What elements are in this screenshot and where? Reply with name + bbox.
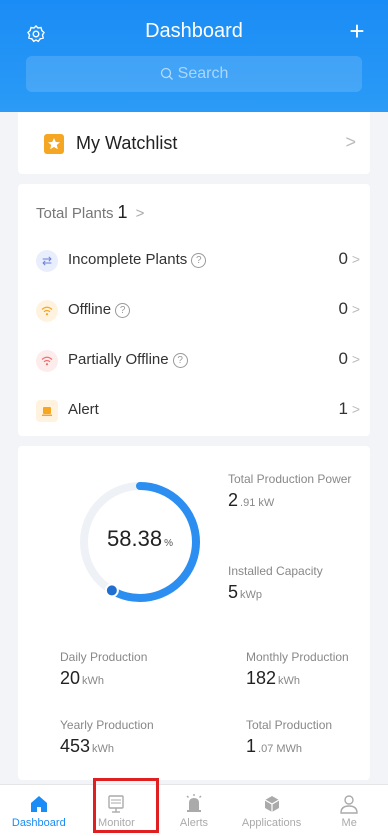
tab-label: Dashboard — [11, 817, 66, 829]
chevron-right-icon: > — [135, 205, 145, 222]
tab-me[interactable]: Me — [310, 785, 388, 836]
user-icon — [340, 795, 358, 814]
plants-card: Total Plants 1 > ⇄ Incomplete Plants? 0 > … — [18, 184, 370, 436]
total-plants[interactable]: Total Plants 1 > — [36, 202, 144, 223]
total-plants-value: 1 — [117, 202, 128, 222]
daily-production: Daily Production 20 kWh — [60, 650, 148, 688]
help-icon[interactable]: ? — [115, 303, 131, 318]
search-placeholder: Search — [177, 65, 229, 82]
search-input[interactable]: Search — [26, 56, 362, 92]
production-card: 58.38% Total Production Power 2.91 kW In… — [18, 446, 370, 780]
alert-icon — [36, 400, 58, 422]
page-title: Dashboard — [145, 20, 243, 42]
alert-value: 1 — [338, 399, 348, 418]
watchlist-label: My Watchlist — [76, 133, 178, 153]
home-icon — [30, 796, 47, 812]
total-plants-label: Total Plants — [36, 205, 114, 222]
tab-alerts[interactable]: Alerts — [155, 785, 233, 836]
partially-offline-value: 0 — [338, 349, 348, 368]
chevron-right-icon: > — [351, 301, 360, 317]
incomplete-plants-value: 0 — [338, 249, 348, 268]
offline-label: Offline — [68, 301, 112, 318]
wifi-warning-icon — [36, 350, 58, 372]
tab-dashboard[interactable]: Dashboard — [0, 785, 78, 836]
partially-offline-row[interactable]: Partially Offline? 0 > — [18, 346, 370, 376]
chevron-right-icon: > — [351, 351, 360, 367]
chevron-right-icon: > — [351, 251, 360, 267]
production-percent: 58.38% — [107, 526, 173, 551]
partially-offline-label: Partially Offline — [68, 351, 169, 368]
total-production: Total Production 1.07 MWh — [246, 718, 333, 756]
highlight-box — [93, 778, 159, 833]
add-button[interactable]: + — [344, 18, 370, 44]
tab-applications[interactable]: Applications — [233, 785, 311, 836]
wifi-icon — [36, 300, 58, 322]
offline-row[interactable]: Offline? 0 > — [18, 296, 370, 326]
chevron-right-icon: > — [345, 132, 356, 152]
chevron-right-icon: > — [351, 401, 360, 417]
help-icon[interactable]: ? — [191, 253, 207, 268]
star-icon — [44, 134, 64, 154]
tab-label: Applications — [241, 817, 302, 829]
alert-label: Alert — [68, 401, 99, 418]
yearly-production: Yearly Production 453 kWh — [60, 718, 154, 756]
alert-icon — [186, 794, 202, 812]
incomplete-plants-row[interactable]: ⇄ Incomplete Plants? 0 > — [18, 246, 370, 276]
tab-label: Alerts — [179, 817, 209, 829]
total-production-power: Total Production Power 2.91 kW — [228, 472, 352, 510]
watchlist-row[interactable]: My Watchlist > — [18, 112, 370, 174]
header: Dashboard + Search — [0, 0, 388, 112]
installed-capacity: Installed Capacity 5 kWp — [228, 564, 323, 602]
search-icon — [160, 67, 173, 80]
alert-row[interactable]: Alert 1 > — [18, 396, 370, 426]
bottom-tab-bar: Dashboard Monitor Alerts Applications Me — [0, 784, 388, 836]
monthly-production: Monthly Production 182 kWh — [246, 650, 349, 688]
incomplete-plants-icon: ⇄ — [36, 250, 58, 272]
tab-label: Me — [341, 817, 357, 829]
incomplete-plants-label: Incomplete Plants — [68, 251, 188, 268]
offline-value: 0 — [338, 299, 348, 318]
applications-icon — [264, 796, 279, 812]
help-icon[interactable]: ? — [172, 353, 188, 368]
production-ring-marker — [104, 583, 119, 598]
